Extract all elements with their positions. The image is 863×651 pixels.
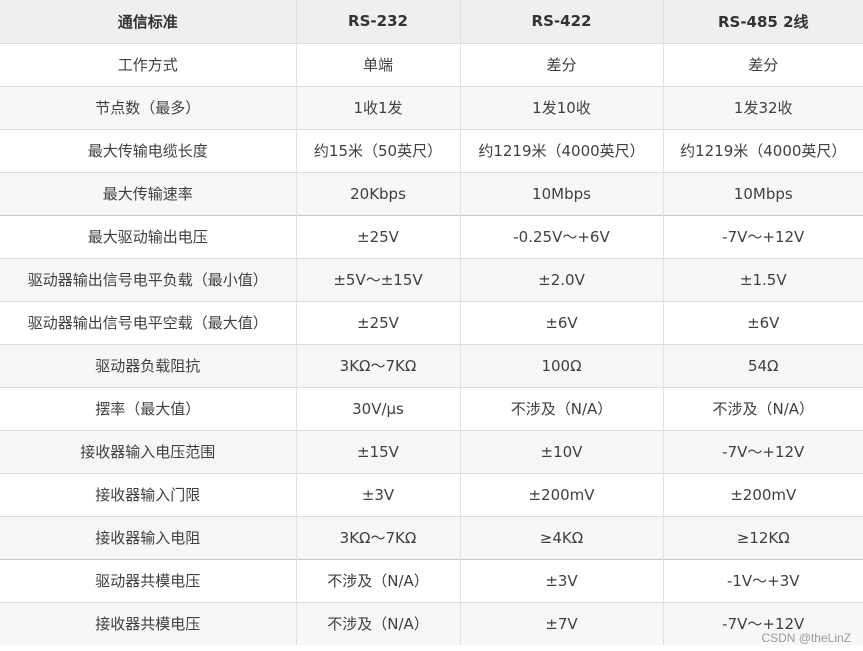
row-label: 接收器共模电压 [0,601,296,645]
header-rs485: RS-485 2线 [662,0,863,43]
cell-rs232: ±25V [295,214,460,258]
table-row: 接收器共模电压 不涉及（N/A） ±7V -7V～+12V [0,601,863,645]
cell-rs422: 差分 [459,42,663,86]
cell-rs232: ±15V [295,429,460,473]
cell-rs232: 3KΩ～7KΩ [295,343,460,387]
cell-rs422: ±7V [459,601,663,645]
row-label: 驱动器共模电压 [0,558,296,602]
cell-rs485: -1V～+3V [662,558,863,602]
table-header-row: 通信标准 RS-232 RS-422 RS-485 2线 [0,0,863,43]
cell-rs422: 不涉及（N/A） [459,386,663,430]
cell-rs485: 约1219米（4000英尺） [662,128,863,172]
cell-rs232: ±3V [295,472,460,516]
cell-rs232: ±25V [295,300,460,344]
table-row: 最大驱动输出电压 ±25V -0.25V～+6V -7V～+12V [0,214,863,258]
cell-rs485: 54Ω [662,343,863,387]
cell-rs232: ±5V～±15V [295,257,460,301]
row-label: 工作方式 [0,42,296,86]
cell-rs232: 20Kbps [295,171,460,215]
cell-rs232: 1收1发 [295,85,460,129]
cell-rs485: 不涉及（N/A） [662,386,863,430]
row-label: 驱动器负载阻抗 [0,343,296,387]
cell-rs485: 10Mbps [662,171,863,215]
cell-rs232: 不涉及（N/A） [295,601,460,645]
row-label: 摆率（最大值） [0,386,296,430]
cell-rs485: -7V～+12V [662,214,863,258]
row-label: 最大传输电缆长度 [0,128,296,172]
row-label: 最大传输速率 [0,171,296,215]
row-label: 驱动器输出信号电平负载（最小值） [0,257,296,301]
cell-rs232: 不涉及（N/A） [295,558,460,602]
row-label: 驱动器输出信号电平空载（最大值） [0,300,296,344]
cell-rs422: ±10V [459,429,663,473]
cell-rs232: 单端 [295,42,460,86]
cell-rs422: ±2.0V [459,257,663,301]
table-row: 驱动器共模电压 不涉及（N/A） ±3V -1V～+3V [0,558,863,602]
table-row: 工作方式 单端 差分 差分 [0,42,863,86]
cell-rs422: 约1219米（4000英尺） [459,128,663,172]
table-row: 最大传输速率 20Kbps 10Mbps 10Mbps [0,171,863,215]
cell-rs485: ≥12KΩ [662,515,863,559]
cell-rs232: 3KΩ～7KΩ [295,515,460,559]
cell-rs422: ±6V [459,300,663,344]
table-row: 摆率（最大值） 30V/μs 不涉及（N/A） 不涉及（N/A） [0,386,863,430]
cell-rs422: 10Mbps [459,171,663,215]
table-row: 最大传输电缆长度 约15米（50英尺） 约1219米（4000英尺） 约1219… [0,128,863,172]
header-rs232: RS-232 [295,0,460,43]
table-row: 驱动器输出信号电平负载（最小值） ±5V～±15V ±2.0V ±1.5V [0,257,863,301]
cell-rs485: ±6V [662,300,863,344]
table-row: 驱动器输出信号电平空载（最大值） ±25V ±6V ±6V [0,300,863,344]
cell-rs485: ±200mV [662,472,863,516]
header-rs422: RS-422 [459,0,663,43]
row-label: 最大驱动输出电压 [0,214,296,258]
header-standard: 通信标准 [0,0,296,43]
cell-rs485: 1发32收 [662,85,863,129]
cell-rs422: -0.25V～+6V [459,214,663,258]
row-label: 节点数（最多） [0,85,296,129]
table-row: 节点数（最多） 1收1发 1发10收 1发32收 [0,85,863,129]
row-label: 接收器输入电压范围 [0,429,296,473]
cell-rs422: ±3V [459,558,663,602]
cell-rs422: 100Ω [459,343,663,387]
table-row: 接收器输入电阻 3KΩ～7KΩ ≥4KΩ ≥12KΩ [0,515,863,559]
cell-rs485: -7V～+12V [662,601,863,645]
table-row: 驱动器负载阻抗 3KΩ～7KΩ 100Ω 54Ω [0,343,863,387]
cell-rs485: -7V～+12V [662,429,863,473]
comparison-table: 通信标准 RS-232 RS-422 RS-485 2线 工作方式 单端 差分 … [0,0,863,645]
cell-rs422: ≥4KΩ [459,515,663,559]
cell-rs422: 1发10收 [459,85,663,129]
table-row: 接收器输入电压范围 ±15V ±10V -7V～+12V [0,429,863,473]
row-label: 接收器输入电阻 [0,515,296,559]
cell-rs485: ±1.5V [662,257,863,301]
table-row: 接收器输入门限 ±3V ±200mV ±200mV [0,472,863,516]
row-label: 接收器输入门限 [0,472,296,516]
cell-rs232: 30V/μs [295,386,460,430]
cell-rs485: 差分 [662,42,863,86]
cell-rs422: ±200mV [459,472,663,516]
cell-rs232: 约15米（50英尺） [295,128,460,172]
